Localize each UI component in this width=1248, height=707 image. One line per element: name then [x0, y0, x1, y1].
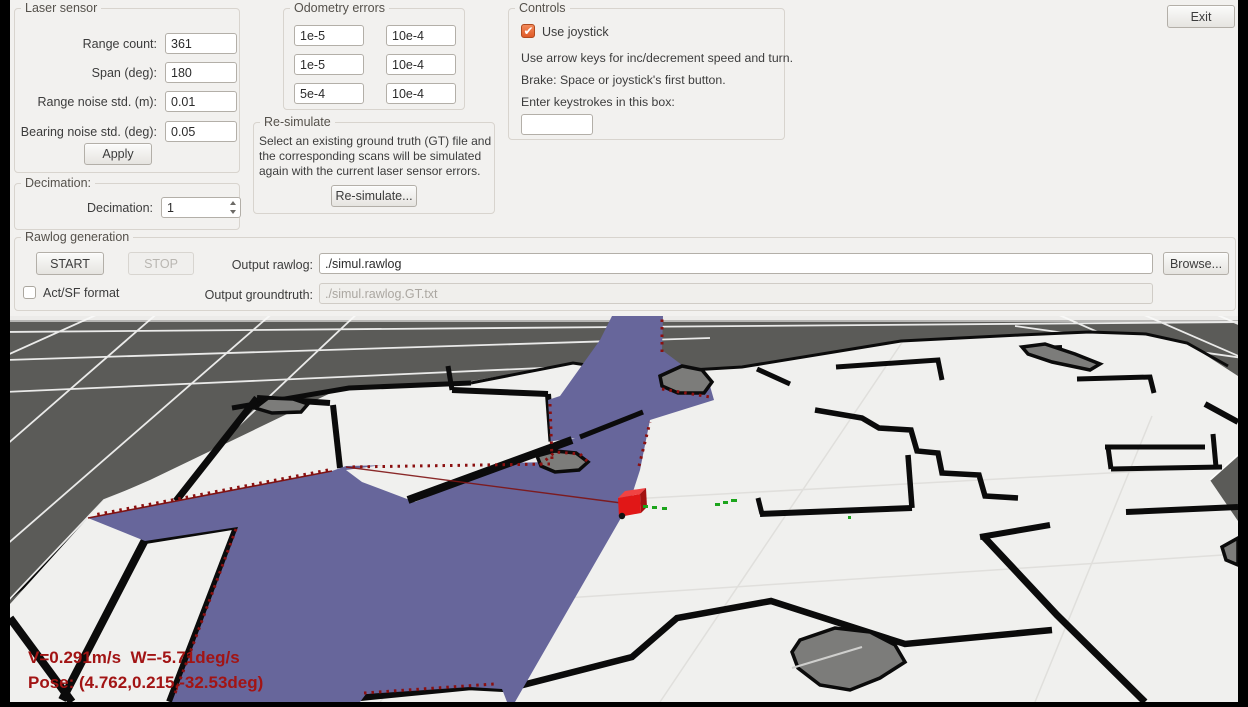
odometry-errors-group: Odometry errors — [283, 8, 465, 110]
actsf-format-label: Act/SF format — [43, 286, 119, 300]
use-joystick-label: Use joystick — [542, 25, 609, 39]
controls-hint-arrows: Use arrow keys for inc/decrement speed a… — [521, 51, 793, 65]
keystroke-input[interactable] — [521, 114, 593, 135]
output-rawlog-field[interactable] — [319, 253, 1153, 274]
control-panel: Laser sensor Range count: Span (deg): Ra… — [10, 0, 1238, 316]
decimation-spin-buttons — [225, 198, 240, 217]
browse-button[interactable]: Browse... — [1163, 252, 1229, 275]
resimulate-group: Re-simulate Select an existing ground tr… — [253, 122, 495, 214]
decimation-group: Decimation: Decimation: — [14, 183, 240, 230]
controls-group: Controls Use joystick Use arrow keys for… — [508, 8, 785, 140]
decimation-group-title: Decimation: — [21, 176, 95, 190]
exit-button[interactable]: Exit — [1167, 5, 1235, 28]
robot-wheel — [619, 513, 625, 519]
span-deg-label: Span (deg): — [15, 66, 157, 80]
decimation-label: Decimation: — [15, 201, 153, 215]
resimulate-button[interactable]: Re-simulate... — [331, 185, 417, 207]
odometry-field-4[interactable] — [386, 54, 456, 75]
resimulate-description-line2: the corresponding scans will be simulate… — [259, 149, 481, 163]
bearing-noise-label: Bearing noise std. (deg): — [15, 125, 157, 139]
simulator-window: Laser sensor Range count: Span (deg): Ra… — [10, 0, 1238, 702]
odometry-field-6[interactable] — [386, 83, 456, 104]
laser-sensor-group-title: Laser sensor — [21, 1, 101, 15]
use-joystick-checkbox[interactable] — [521, 24, 535, 38]
output-groundtruth-field — [319, 283, 1153, 304]
resimulate-group-title: Re-simulate — [260, 115, 335, 129]
bearing-noise-field[interactable] — [165, 121, 237, 142]
hud-pose-text: Pose: (4.762,0.215,-32.53deg) — [28, 673, 263, 692]
odometry-field-5[interactable] — [294, 83, 364, 104]
rawlog-generation-group: Rawlog generation START STOP Output rawl… — [14, 237, 1236, 311]
arrow-down-icon — [230, 210, 236, 214]
3d-viewport[interactable]: V=0.291m/s W=-5.71deg/s Pose: (4.762,0.2… — [10, 316, 1238, 702]
controls-hint-brake: Brake: Space or joystick's first button. — [521, 73, 726, 87]
output-rawlog-label: Output rawlog: — [181, 258, 313, 272]
resimulate-description-line3: again with the current laser sensor erro… — [259, 164, 480, 178]
resimulate-description-line1: Select an existing ground truth (GT) fil… — [259, 134, 491, 148]
rawlog-generation-group-title: Rawlog generation — [21, 230, 133, 244]
start-button[interactable]: START — [36, 252, 104, 275]
odometry-errors-group-title: Odometry errors — [290, 1, 389, 15]
odometry-field-3[interactable] — [294, 54, 364, 75]
odometry-field-1[interactable] — [294, 25, 364, 46]
output-groundtruth-label: Output groundtruth: — [181, 288, 313, 302]
span-deg-field[interactable] — [165, 62, 237, 83]
laser-sensor-group: Laser sensor Range count: Span (deg): Ra… — [14, 8, 240, 173]
arrow-up-icon — [230, 201, 236, 205]
spin-down-button[interactable] — [225, 208, 240, 218]
range-count-field[interactable] — [165, 33, 237, 54]
decimation-spinner — [161, 197, 241, 218]
spin-up-button[interactable] — [225, 198, 240, 208]
hud-velocity-text: V=0.291m/s W=-5.71deg/s — [28, 648, 240, 667]
apply-button[interactable]: Apply — [84, 143, 152, 165]
controls-group-title: Controls — [515, 1, 570, 15]
range-noise-field[interactable] — [165, 91, 237, 112]
scene-canvas: V=0.291m/s W=-5.71deg/s Pose: (4.762,0.2… — [10, 316, 1238, 702]
range-noise-label: Range noise std. (m): — [15, 95, 157, 109]
controls-hint-keystrokes: Enter keystrokes in this box: — [521, 95, 675, 109]
odometry-field-2[interactable] — [386, 25, 456, 46]
actsf-format-checkbox[interactable] — [23, 286, 36, 299]
range-count-label: Range count: — [15, 37, 157, 51]
